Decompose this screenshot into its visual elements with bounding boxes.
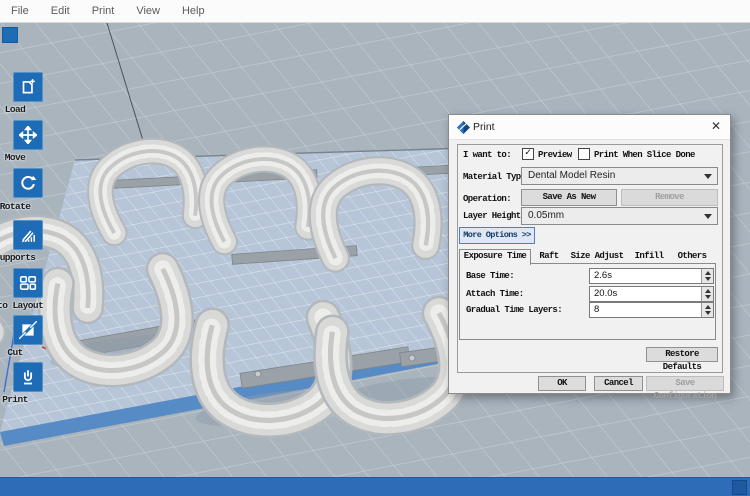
load-label: Load	[0, 104, 47, 115]
cut-button[interactable]	[13, 315, 43, 345]
spin-up-icon[interactable]	[705, 305, 711, 309]
save-configuration-button[interactable]: Save Configuration	[646, 376, 724, 391]
menu-edit[interactable]: Edit	[40, 5, 81, 17]
layer-height-value: 0.05mm	[528, 210, 564, 221]
i-want-to-label: I want to:	[463, 150, 511, 160]
rotate-icon	[19, 174, 37, 192]
attach-time-value: 20.0s	[594, 288, 617, 299]
print-when-slice-done-label: Print When Slice Done	[594, 150, 695, 160]
spin-up-icon[interactable]	[705, 289, 711, 293]
supports-button[interactable]	[13, 220, 43, 250]
save-as-new-button[interactable]: Save As New	[521, 189, 617, 206]
layer-height-label: Layer Height:	[463, 211, 525, 221]
supports-icon	[19, 226, 37, 244]
menu-help[interactable]: Help	[171, 5, 216, 17]
menu-print[interactable]: Print	[81, 5, 126, 17]
material-type-dropdown[interactable]: Dental Model Resin	[521, 167, 718, 185]
print-tool-label: Print	[0, 394, 47, 405]
move-button[interactable]	[13, 120, 43, 150]
base-time-spinner[interactable]: 2.6s	[589, 268, 714, 284]
print-when-slice-done-checkbox[interactable]	[578, 148, 590, 160]
gradual-time-layers-spinner[interactable]: 8	[589, 302, 714, 318]
cancel-button[interactable]: Cancel	[594, 376, 643, 391]
attach-time-spinner[interactable]: 20.0s	[589, 286, 714, 302]
tab-exposure-time[interactable]: Exposure Time	[459, 249, 531, 265]
spinner-buttons[interactable]	[701, 287, 713, 301]
chevron-down-icon	[704, 214, 712, 219]
chevron-down-icon	[704, 174, 712, 179]
app-diamond-icon	[457, 121, 470, 134]
rotate-label: Rotate	[0, 201, 47, 212]
print-dialog-titlebar[interactable]: Print ✕	[449, 115, 730, 140]
attach-time-label: Attach Time:	[466, 289, 524, 299]
print-button[interactable]	[13, 362, 43, 392]
preview-label: Preview	[538, 150, 572, 160]
base-time-label: Base Time:	[466, 271, 514, 281]
tab-size-adjust[interactable]: Size Adjust	[567, 250, 627, 263]
cut-label: Cut	[0, 347, 47, 358]
remove-button[interactable]: Remove	[621, 189, 718, 206]
material-type-value: Dental Model Resin	[528, 170, 615, 181]
spin-down-icon[interactable]	[705, 277, 711, 281]
spin-down-icon[interactable]	[705, 311, 711, 315]
auto-layout-label: Auto Layout	[0, 300, 47, 311]
print-icon	[19, 368, 37, 386]
menu-view[interactable]: View	[125, 5, 171, 17]
auto-layout-icon	[19, 274, 37, 292]
spinner-buttons[interactable]	[701, 303, 713, 317]
print-dialog: Print ✕ I want to: ✓ Preview Print When …	[448, 114, 731, 394]
spinner-buttons[interactable]	[701, 269, 713, 283]
preview-checkbox[interactable]: ✓	[522, 148, 534, 160]
supports-label: Supports	[0, 252, 47, 263]
move-icon	[19, 126, 37, 144]
restore-defaults-button[interactable]: Restore Defaults	[646, 347, 718, 362]
dialog-title: Print	[473, 121, 495, 133]
move-label: Move	[0, 152, 47, 163]
cut-icon	[19, 321, 37, 339]
rotate-button[interactable]	[13, 168, 43, 198]
load-icon	[19, 78, 37, 96]
base-time-value: 2.6s	[594, 270, 612, 281]
tab-raft[interactable]: Raft	[533, 250, 565, 263]
gradual-time-layers-label: Gradual Time Layers:	[466, 305, 562, 315]
status-bar-button[interactable]	[732, 480, 747, 495]
layer-height-dropdown[interactable]: 0.05mm	[521, 207, 718, 225]
tab-infill[interactable]: Infill	[629, 250, 669, 263]
menu-file[interactable]: File	[0, 5, 40, 17]
more-options-button[interactable]: More Options >>	[459, 227, 535, 244]
viewport-corner-button[interactable]	[2, 27, 18, 43]
ok-button[interactable]: OK	[538, 376, 586, 391]
load-button[interactable]	[13, 72, 43, 102]
auto-layout-button[interactable]	[13, 268, 43, 298]
status-bar	[0, 477, 750, 496]
tab-others[interactable]: Others	[671, 250, 713, 263]
spin-up-icon[interactable]	[705, 271, 711, 275]
menu-bar: File Edit Print View Help	[0, 0, 750, 23]
close-icon[interactable]: ✕	[711, 119, 721, 133]
operation-label: Operation:	[463, 194, 511, 204]
spin-down-icon[interactable]	[705, 295, 711, 299]
gradual-time-layers-value: 8	[594, 304, 599, 315]
